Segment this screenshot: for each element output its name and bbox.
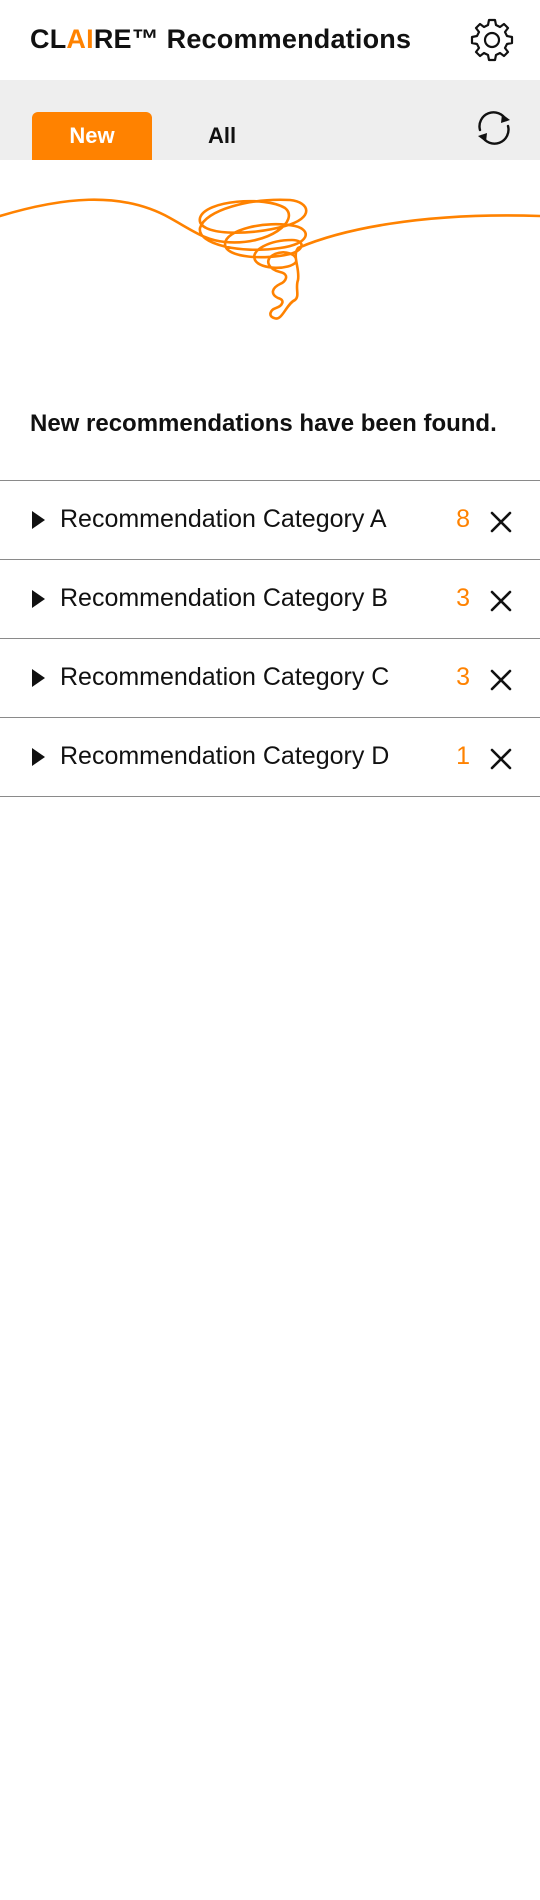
title-prefix: CL: [30, 24, 67, 54]
list-item[interactable]: Recommendation Category A 8: [0, 481, 540, 560]
category-count: 3: [456, 663, 470, 691]
refresh-icon[interactable]: [472, 106, 516, 150]
expand-caret-icon[interactable]: [32, 748, 45, 766]
category-list: Recommendation Category A 8 Recommendati…: [0, 480, 540, 797]
category-label: Recommendation Category D: [60, 742, 390, 770]
category-count: 3: [456, 584, 470, 612]
category-label: Recommendation Category B: [60, 584, 388, 612]
category-count: 1: [456, 742, 470, 770]
page-title: CLAIRE™ Recommendations: [30, 24, 411, 55]
app-header: CLAIRE™ Recommendations: [0, 0, 540, 80]
close-icon[interactable]: [486, 665, 516, 695]
expand-caret-icon[interactable]: [32, 590, 45, 608]
list-item[interactable]: Recommendation Category C 3: [0, 639, 540, 718]
close-icon[interactable]: [486, 507, 516, 537]
category-count: 8: [456, 505, 470, 533]
status-message: New recommendations have been found.: [30, 410, 497, 437]
close-icon[interactable]: [486, 744, 516, 774]
category-label: Recommendation Category A: [60, 505, 387, 533]
gear-icon[interactable]: [468, 16, 516, 64]
swirl-illustration: [0, 198, 540, 320]
tab-bar: New All: [0, 80, 540, 160]
close-icon[interactable]: [486, 586, 516, 616]
tab-all[interactable]: All: [162, 112, 282, 160]
tab-new[interactable]: New: [32, 112, 152, 160]
title-accent: AI: [66, 24, 94, 54]
category-label: Recommendation Category C: [60, 663, 390, 691]
list-item[interactable]: Recommendation Category B 3: [0, 560, 540, 639]
expand-caret-icon[interactable]: [32, 511, 45, 529]
expand-caret-icon[interactable]: [32, 669, 45, 687]
list-item[interactable]: Recommendation Category D 1: [0, 718, 540, 797]
title-suffix: RE™ Recommendations: [93, 24, 412, 54]
